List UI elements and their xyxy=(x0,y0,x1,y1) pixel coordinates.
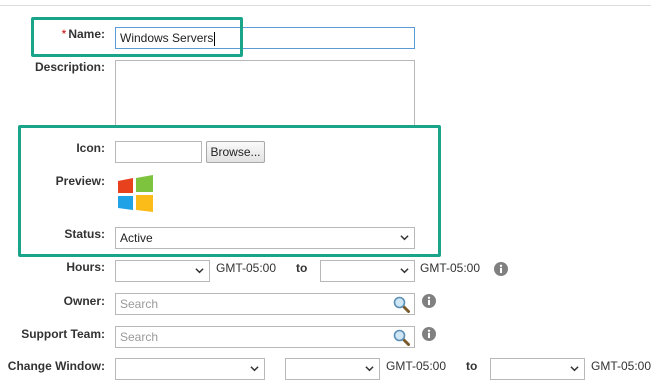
hours-to-select[interactable] xyxy=(320,260,415,282)
change-window-label: Change Window: xyxy=(7,359,105,373)
change-window-from-time-select[interactable] xyxy=(285,358,380,380)
top-divider xyxy=(0,5,651,6)
support-team-search-placeholder: Search xyxy=(120,330,159,344)
change-window-to-date-select[interactable] xyxy=(490,358,585,380)
hours-to-label: to xyxy=(296,261,308,275)
highlight-box-icon-preview-status xyxy=(18,125,441,257)
hours-from-select[interactable] xyxy=(115,260,210,282)
change-window-to-label: to xyxy=(466,359,478,373)
change-window-to-timezone: GMT-05:00 xyxy=(591,359,651,373)
hours-from-timezone: GMT-05:00 xyxy=(216,261,277,275)
info-icon[interactable] xyxy=(422,294,436,308)
owner-search-input[interactable]: Search xyxy=(115,293,415,315)
hours-label: Hours: xyxy=(66,260,105,274)
highlight-box-name xyxy=(31,17,243,57)
support-team-label: Support Team: xyxy=(21,327,105,341)
owner-search-placeholder: Search xyxy=(120,297,159,311)
chevron-down-icon xyxy=(570,366,579,372)
info-icon[interactable] xyxy=(494,262,508,276)
support-team-search-input[interactable]: Search xyxy=(115,326,415,348)
chevron-down-icon xyxy=(250,366,259,372)
info-icon[interactable] xyxy=(422,327,436,341)
description-textarea[interactable] xyxy=(115,60,415,128)
magnifier-icon[interactable] xyxy=(393,296,410,313)
incident-category-form: * Name: Windows Servers Description: Icon… xyxy=(0,0,651,392)
hours-to-timezone: GMT-05:00 xyxy=(420,261,481,275)
change-window-from-timezone: GMT-05:00 xyxy=(386,359,447,373)
change-window-from-date-select[interactable] xyxy=(115,358,265,380)
chevron-down-icon xyxy=(195,268,204,274)
magnifier-icon[interactable] xyxy=(393,329,410,346)
chevron-down-icon xyxy=(365,366,374,372)
owner-label: Owner: xyxy=(63,294,105,308)
chevron-down-icon xyxy=(400,268,409,274)
description-label: Description: xyxy=(34,60,105,74)
